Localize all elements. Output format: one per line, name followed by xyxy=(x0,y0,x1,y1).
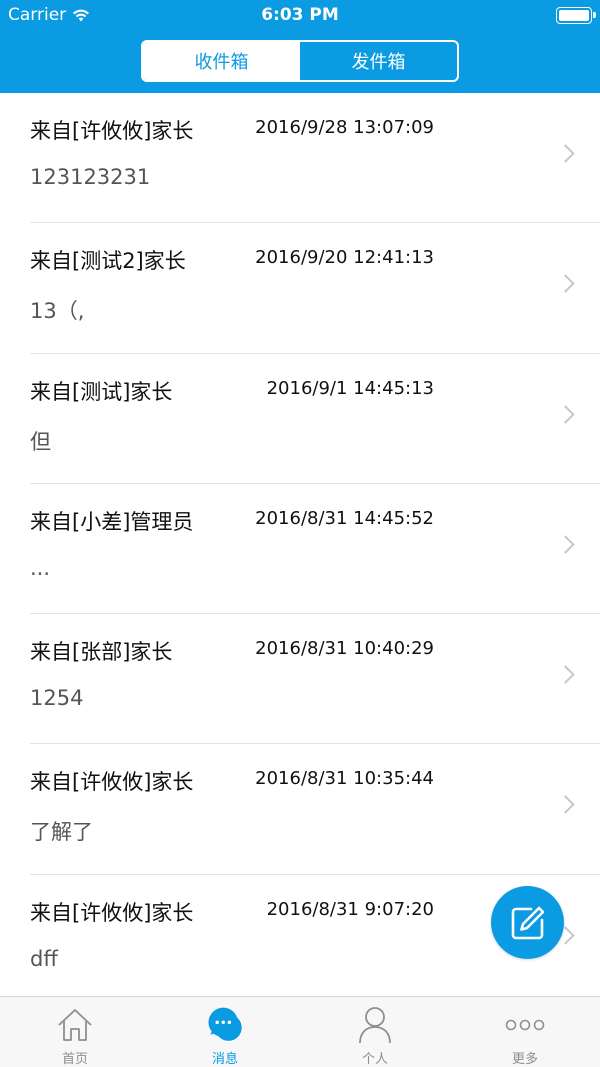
tab-home-label: 首页 xyxy=(61,1052,88,1067)
compose-button[interactable] xyxy=(491,886,564,959)
chevron-right-icon xyxy=(556,535,575,554)
message-preview: 13（, xyxy=(30,299,85,324)
tab-profile[interactable]: 个人 xyxy=(300,997,450,1067)
home-icon xyxy=(55,1005,95,1045)
status-bar: Carrier 6:03 PM xyxy=(0,0,600,30)
segment-outbox[interactable]: 发件箱 xyxy=(300,42,457,80)
message-sender: 来自[许攸攸]家长 xyxy=(30,770,194,795)
message-sender: 来自[张部]家长 xyxy=(30,640,173,665)
more-dots-icon xyxy=(505,1005,545,1045)
status-time: 6:03 PM xyxy=(261,5,339,25)
message-preview: 了解了 xyxy=(30,820,93,845)
segment-inbox[interactable]: 收件箱 xyxy=(143,42,300,80)
message-date: 2016/9/28 13:07:09 xyxy=(255,117,434,138)
message-preview: 1254 xyxy=(30,686,84,711)
chat-bubble-icon xyxy=(205,1005,245,1045)
chevron-right-icon xyxy=(556,274,575,293)
message-date: 2016/8/31 14:45:52 xyxy=(255,507,434,529)
tab-more-label: 更多 xyxy=(511,1052,538,1067)
chevron-right-icon xyxy=(556,144,575,163)
tab-bar: 首页 消息 个人 更多 xyxy=(0,996,600,1067)
message-date: 2016/8/31 10:40:29 xyxy=(255,638,434,660)
message-sender: 来自[小差]管理员 xyxy=(30,509,194,534)
message-date: 2016/8/31 9:07:20 xyxy=(266,898,434,920)
message-sender: 来自[测试]家长 xyxy=(30,379,173,404)
message-row[interactable]: 来自[许攸攸]家长 2016/8/31 10:35:44 了解了 xyxy=(0,744,600,875)
message-date: 2016/8/31 10:35:44 xyxy=(255,768,434,790)
message-preview: 123123231 xyxy=(30,165,151,189)
message-row[interactable]: 来自[测试2]家长 2016/9/20 12:41:13 13（, xyxy=(0,223,600,354)
message-preview: ... xyxy=(30,555,51,580)
chevron-right-icon xyxy=(556,665,575,684)
tab-profile-label: 个人 xyxy=(361,1052,388,1067)
person-icon xyxy=(355,1005,395,1045)
chevron-right-icon xyxy=(556,795,575,815)
nav-header: Carrier 6:03 PM 收件箱 发件箱 xyxy=(0,0,600,93)
tab-messages[interactable]: 消息 xyxy=(150,997,300,1067)
message-row[interactable]: 来自[许攸攸]家长 2016/9/28 13:07:09 123123231 xyxy=(0,93,600,224)
message-sender: 来自[许攸攸]家长 xyxy=(30,119,194,143)
tab-more[interactable]: 更多 xyxy=(450,997,600,1067)
tab-messages-label: 消息 xyxy=(211,1052,238,1067)
battery-icon xyxy=(556,7,596,24)
compose-icon xyxy=(511,906,544,939)
chevron-right-icon xyxy=(556,404,575,424)
message-sender: 来自[测试2]家长 xyxy=(30,249,186,274)
message-date: 2016/9/20 12:41:13 xyxy=(255,247,434,269)
tab-home[interactable]: 首页 xyxy=(0,997,150,1067)
message-preview: 但 xyxy=(30,429,51,454)
message-row[interactable]: 来自[小差]管理员 2016/8/31 14:45:52 ... xyxy=(0,484,600,615)
message-list: 来自[许攸攸]家长 2016/9/28 13:07:09 123123231 来… xyxy=(0,93,600,1005)
message-preview: dff xyxy=(30,946,58,971)
message-row[interactable]: 来自[张部]家长 2016/8/31 10:40:29 1254 xyxy=(0,614,600,745)
message-sender: 来自[许攸攸]家长 xyxy=(30,900,194,925)
mailbox-segmented-control[interactable]: 收件箱 发件箱 xyxy=(141,40,459,82)
message-row[interactable]: 来自[测试]家长 2016/9/1 14:45:13 但 xyxy=(0,354,600,484)
message-date: 2016/9/1 14:45:13 xyxy=(266,377,434,399)
